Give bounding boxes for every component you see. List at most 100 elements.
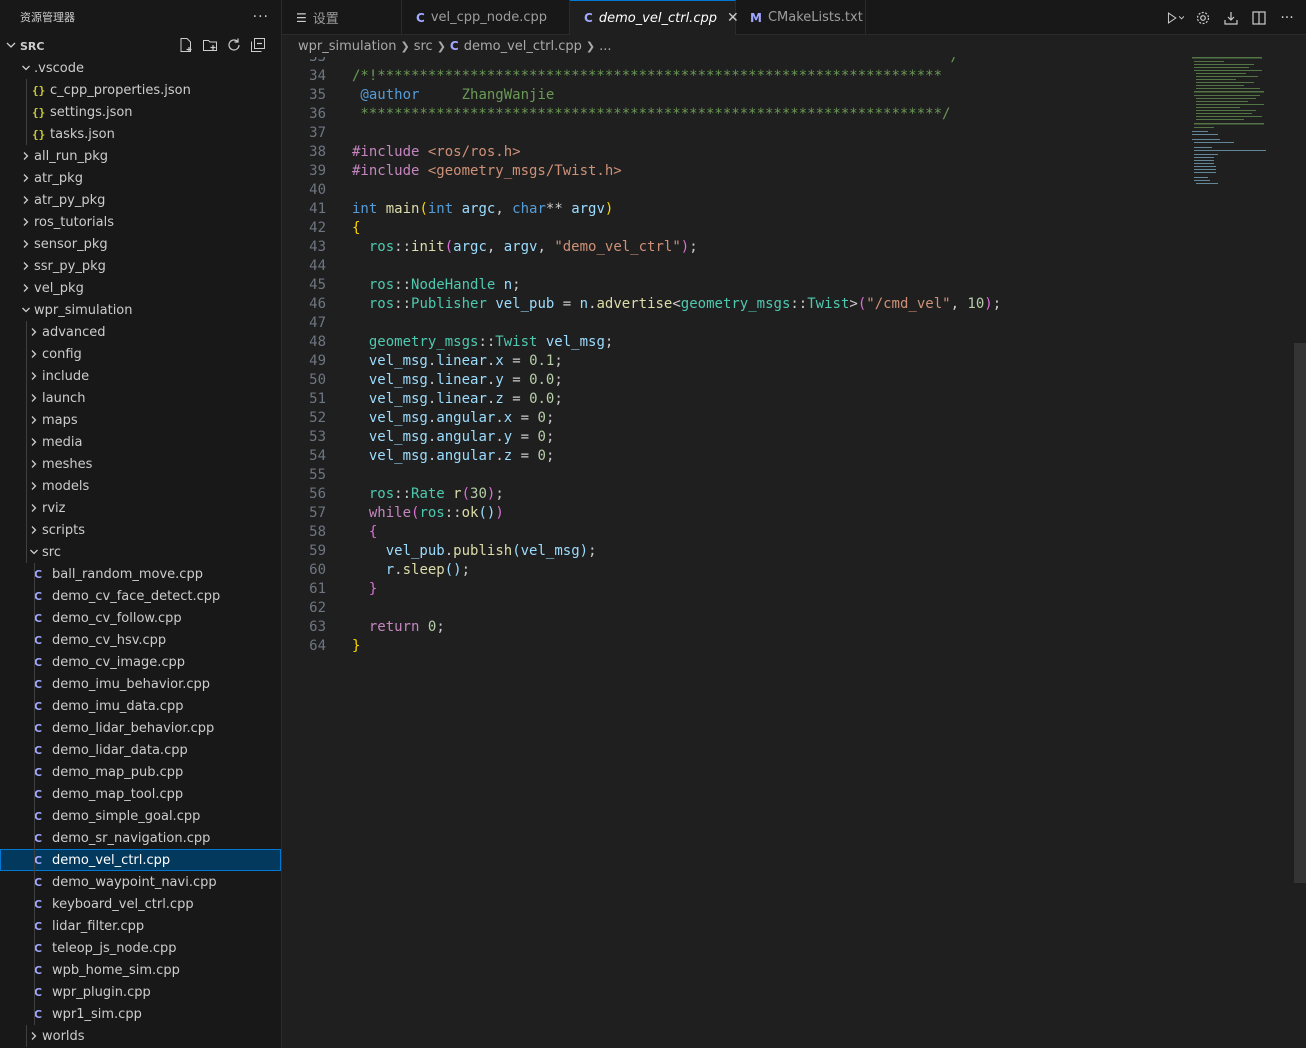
- tree-file[interactable]: Cdemo_simple_goal.cpp: [0, 805, 281, 827]
- chevron-right-icon[interactable]: [26, 349, 42, 359]
- code-line[interactable]: 43 ros::init(argc, argv, "demo_vel_ctrl"…: [282, 238, 1001, 257]
- download-icon[interactable]: [1222, 9, 1240, 27]
- refresh-icon[interactable]: [225, 36, 243, 54]
- code-line[interactable]: 40: [282, 181, 1001, 200]
- tree-file[interactable]: Cdemo_cv_face_detect.cpp: [0, 585, 281, 607]
- code-line[interactable]: 34 /*!***********************************…: [282, 67, 1001, 86]
- chevron-right-icon[interactable]: [18, 217, 34, 227]
- code-line[interactable]: 36 *************************************…: [282, 105, 1001, 124]
- code-line[interactable]: 56 ros::Rate r(30);: [282, 485, 1001, 504]
- code-line[interactable]: 64}: [282, 637, 1001, 656]
- code-line[interactable]: 58 {: [282, 523, 1001, 542]
- chevron-right-icon[interactable]: [18, 173, 34, 183]
- breadcrumb-item[interactable]: src: [414, 39, 433, 54]
- chevron-right-icon[interactable]: [18, 239, 34, 249]
- code-line[interactable]: 49 vel_msg.linear.x = 0.1;: [282, 352, 1001, 371]
- code-line[interactable]: 50 vel_msg.linear.y = 0.0;: [282, 371, 1001, 390]
- chevron-right-icon[interactable]: [26, 415, 42, 425]
- tree-file[interactable]: Cdemo_cv_hsv.cpp: [0, 629, 281, 651]
- code-line[interactable]: 37: [282, 124, 1001, 143]
- tree-file[interactable]: {} tasks.json: [0, 123, 281, 145]
- code-line[interactable]: 61 }: [282, 580, 1001, 599]
- vertical-scrollbar[interactable]: [1294, 343, 1306, 883]
- tree-file[interactable]: Cdemo_imu_data.cpp: [0, 695, 281, 717]
- chevron-right-icon[interactable]: [18, 195, 34, 205]
- tree-folder[interactable]: all_run_pkg: [0, 145, 281, 167]
- code-line[interactable]: 59 vel_pub.publish(vel_msg);: [282, 542, 1001, 561]
- tree-folder[interactable]: config: [0, 343, 281, 365]
- tree-file[interactable]: {} settings.json: [0, 101, 281, 123]
- chevron-right-icon[interactable]: [18, 261, 34, 271]
- chevron-right-icon[interactable]: [26, 1031, 42, 1041]
- chevron-right-icon[interactable]: [26, 481, 42, 491]
- chevron-right-icon[interactable]: [26, 525, 42, 535]
- editor-tab[interactable]: Cvel_cpp_node.cpp: [402, 0, 570, 35]
- more-actions-icon[interactable]: ···: [253, 9, 269, 25]
- code-line[interactable]: 51 vel_msg.linear.z = 0.0;: [282, 390, 1001, 409]
- tree-file[interactable]: Cwpr1_sim.cpp: [0, 1003, 281, 1025]
- editor-tab[interactable]: ☰ 设置: [282, 0, 402, 35]
- tree-folder[interactable]: atr_py_pkg: [0, 189, 281, 211]
- code-line[interactable]: 44: [282, 257, 1001, 276]
- tree-file[interactable]: Cdemo_waypoint_navi.cpp: [0, 871, 281, 893]
- collapse-all-icon[interactable]: [249, 36, 267, 54]
- tree-folder[interactable]: media: [0, 431, 281, 453]
- new-file-icon[interactable]: [177, 36, 195, 54]
- tree-folder[interactable]: ssr_py_pkg: [0, 255, 281, 277]
- code-lines[interactable]: 33 *************************************…: [282, 57, 1001, 656]
- tree-file[interactable]: Cdemo_sr_navigation.cpp: [0, 827, 281, 849]
- code-line[interactable]: 46 ros::Publisher vel_pub = n.advertise<…: [282, 295, 1001, 314]
- tree-folder[interactable]: meshes: [0, 453, 281, 475]
- more-actions-icon[interactable]: ···: [1278, 9, 1296, 27]
- code-line[interactable]: 48 geometry_msgs::Twist vel_msg;: [282, 333, 1001, 352]
- code-editor[interactable]: 33 *************************************…: [282, 57, 1306, 1048]
- tree-folder[interactable]: wpr_simulation: [0, 299, 281, 321]
- tree-folder[interactable]: rviz: [0, 497, 281, 519]
- tree-file[interactable]: Cdemo_lidar_data.cpp: [0, 739, 281, 761]
- chevron-right-icon[interactable]: [26, 393, 42, 403]
- code-line[interactable]: 55: [282, 466, 1001, 485]
- chevron-right-icon[interactable]: [26, 371, 42, 381]
- tree-folder[interactable]: sensor_pkg: [0, 233, 281, 255]
- code-line[interactable]: 62: [282, 599, 1001, 618]
- tree-folder[interactable]: scripts: [0, 519, 281, 541]
- breadcrumb-item[interactable]: demo_vel_ctrl.cpp: [464, 39, 582, 54]
- tree-file[interactable]: Cdemo_lidar_behavior.cpp: [0, 717, 281, 739]
- workspace-section-header[interactable]: SRC: [0, 34, 281, 58]
- chevron-down-icon[interactable]: [26, 547, 42, 557]
- tree-folder[interactable]: include: [0, 365, 281, 387]
- tree-folder[interactable]: src: [0, 541, 281, 563]
- code-line[interactable]: 45 ros::NodeHandle n;: [282, 276, 1001, 295]
- tree-folder[interactable]: .vscode: [0, 57, 281, 79]
- tree-folder[interactable]: launch: [0, 387, 281, 409]
- tree-file[interactable]: Cdemo_vel_ctrl.cpp: [0, 849, 281, 871]
- code-line[interactable]: 38 #include <ros/ros.h>: [282, 143, 1001, 162]
- breadcrumb-item[interactable]: wpr_simulation: [298, 39, 397, 54]
- code-line[interactable]: 60 r.sleep();: [282, 561, 1001, 580]
- code-line[interactable]: 57 while(ros::ok()): [282, 504, 1001, 523]
- tree-file[interactable]: Cdemo_map_pub.cpp: [0, 761, 281, 783]
- chevron-right-icon[interactable]: [26, 503, 42, 513]
- code-line[interactable]: 42 {: [282, 219, 1001, 238]
- code-line[interactable]: 35 @author ZhangWanjie: [282, 86, 1001, 105]
- tree-folder[interactable]: worlds: [0, 1025, 281, 1047]
- editor-tab[interactable]: M CMakeLists.txt: [736, 0, 866, 35]
- chevron-right-icon[interactable]: [26, 327, 42, 337]
- chevron-down-icon[interactable]: [18, 63, 34, 73]
- tree-file[interactable]: Cdemo_imu_behavior.cpp: [0, 673, 281, 695]
- tree-file[interactable]: {} c_cpp_properties.json: [0, 79, 281, 101]
- code-line[interactable]: 47: [282, 314, 1001, 333]
- code-line[interactable]: 33 *************************************…: [282, 57, 1001, 67]
- code-line[interactable]: 41 int main(int argc, char** argv): [282, 200, 1001, 219]
- tree-folder[interactable]: ros_tutorials: [0, 211, 281, 233]
- code-line[interactable]: 39 #include <geometry_msgs/Twist.h>: [282, 162, 1001, 181]
- tree-folder[interactable]: advanced: [0, 321, 281, 343]
- tree-file[interactable]: Ckeyboard_vel_ctrl.cpp: [0, 893, 281, 915]
- minimap[interactable]: [1192, 57, 1266, 187]
- tree-folder[interactable]: atr_pkg: [0, 167, 281, 189]
- chevron-right-icon[interactable]: [26, 437, 42, 447]
- tree-file[interactable]: Cdemo_cv_image.cpp: [0, 651, 281, 673]
- editor-tab[interactable]: Cdemo_vel_ctrl.cpp ✕: [570, 0, 739, 35]
- code-line[interactable]: 54 vel_msg.angular.z = 0;: [282, 447, 1001, 466]
- tree-folder[interactable]: vel_pkg: [0, 277, 281, 299]
